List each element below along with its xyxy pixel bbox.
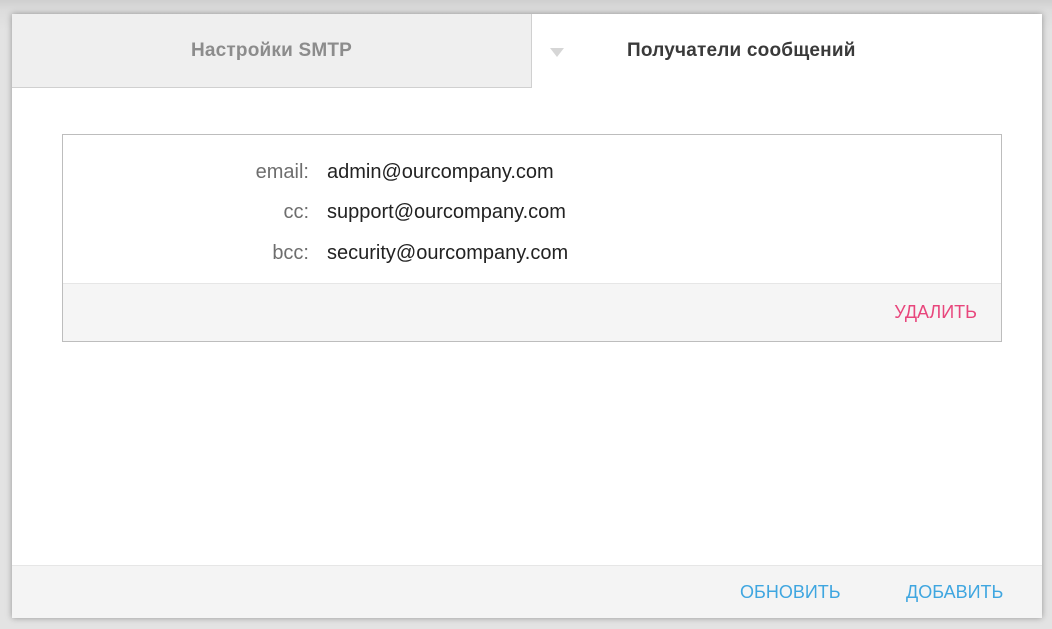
tab-bar: Настройки SMTP Получатели сообщений	[12, 14, 1042, 88]
add-button[interactable]: ДОБАВИТЬ	[906, 566, 1003, 618]
field-value: security@ourcompany.com	[327, 242, 569, 264]
tab-recipients-label: Получатели сообщений	[627, 40, 856, 61]
settings-dialog: Настройки SMTP Получатели сообщений emai…	[12, 14, 1042, 618]
recipient-field-bcc: bcc: security@ourcompany.com	[63, 238, 1001, 268]
dialog-footer: ОБНОВИТЬ ДОБАВИТЬ	[12, 565, 1042, 618]
recipient-card-footer: УДАЛИТЬ	[63, 283, 1001, 341]
tab-recipients[interactable]: Получатели сообщений	[532, 14, 1042, 88]
tab-smtp-settings[interactable]: Настройки SMTP	[12, 14, 532, 88]
delete-button[interactable]: УДАЛИТЬ	[894, 284, 977, 341]
field-key: cc:	[283, 201, 309, 223]
backdrop: Настройки SMTP Получатели сообщений emai…	[0, 0, 1052, 629]
recipient-fields: email: admin@ourcompany.com cc: support@…	[63, 135, 1001, 283]
field-key: bcc:	[272, 242, 309, 264]
field-value: support@ourcompany.com	[327, 201, 566, 223]
triangle-down-icon	[550, 48, 564, 57]
field-key: email:	[255, 161, 309, 183]
recipient-field-email: email: admin@ourcompany.com	[63, 157, 1001, 187]
field-value: admin@ourcompany.com	[327, 161, 554, 183]
recipient-card: email: admin@ourcompany.com cc: support@…	[62, 134, 1002, 342]
tab-smtp-settings-label: Настройки SMTP	[190, 39, 353, 61]
recipient-field-cc: cc: support@ourcompany.com	[63, 197, 1001, 227]
refresh-button[interactable]: ОБНОВИТЬ	[740, 566, 841, 618]
